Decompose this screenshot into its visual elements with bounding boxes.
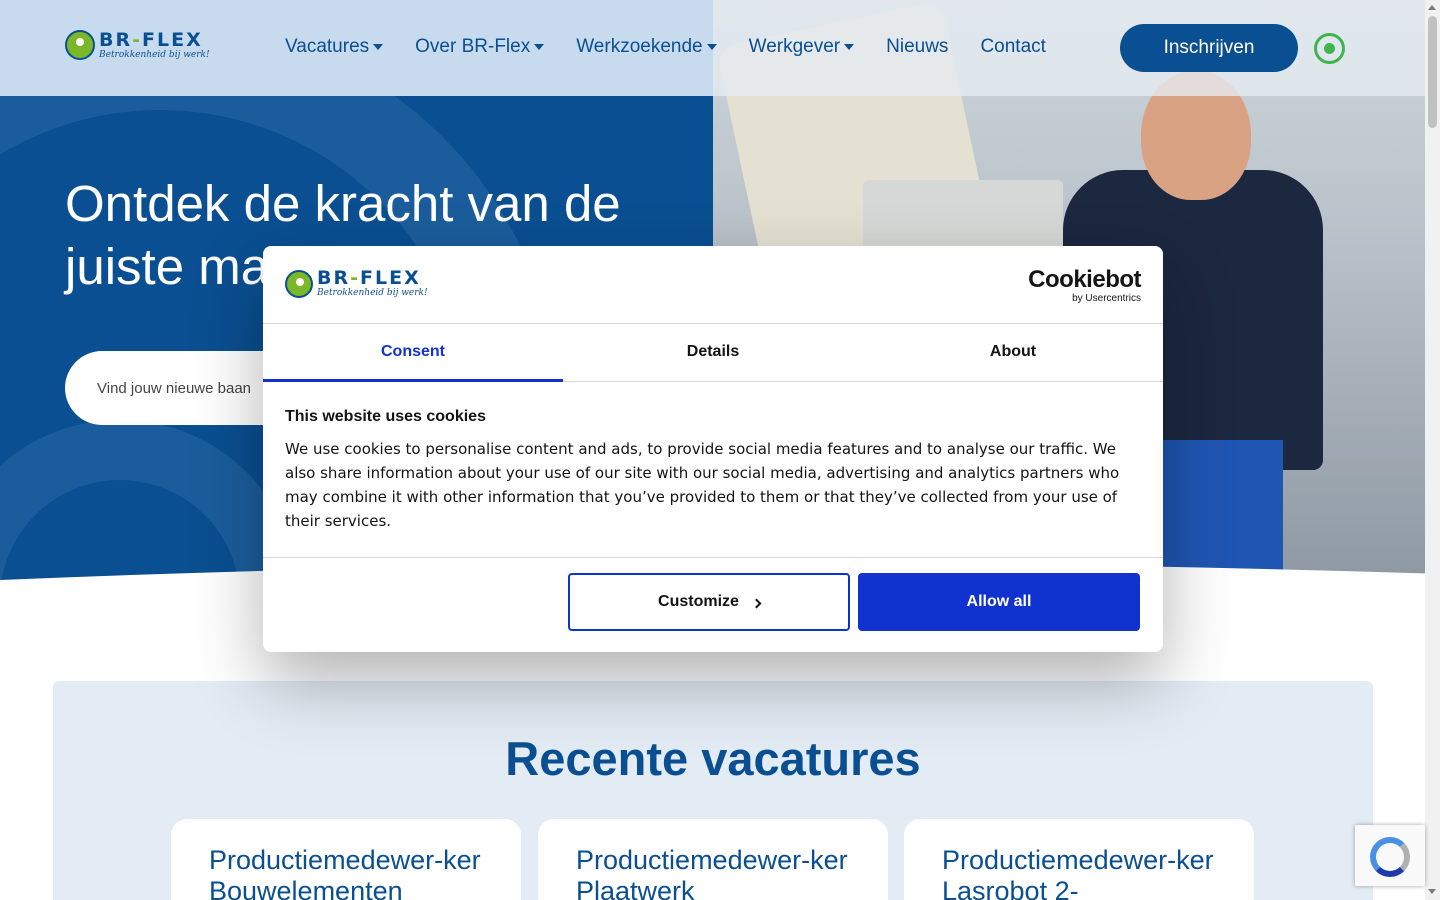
dialog-header: BR-FLEX Betrokkenheid bij werk! Cookiebo… — [263, 246, 1163, 324]
cookiebot-sub: by Usercentrics — [1072, 293, 1141, 304]
recaptcha-icon — [1370, 837, 1410, 877]
page-scrollbar[interactable] — [1425, 0, 1440, 900]
dialog-text: We use cookies to personalise content an… — [285, 440, 1120, 530]
recaptcha-badge[interactable] — [1355, 825, 1425, 886]
scroll-up-icon[interactable] — [1428, 5, 1436, 10]
logo-tagline: Betrokkenheid bij werk! — [317, 288, 428, 298]
dialog-footer: Customize Allow all — [263, 558, 1163, 650]
customize-button[interactable]: Customize — [568, 573, 850, 631]
cookie-consent-dialog: BR-FLEX Betrokkenheid bij werk! Cookiebo… — [263, 246, 1163, 652]
tab-details[interactable]: Details — [563, 324, 863, 381]
logo-icon — [285, 269, 313, 298]
cookiebot-name: Cookiebot — [1028, 266, 1141, 293]
scroll-down-icon[interactable] — [1428, 889, 1436, 894]
dialog-body: This website uses cookies We use cookies… — [263, 382, 1163, 558]
logo-name: BR-FLEX — [317, 267, 421, 289]
customize-label: Customize — [658, 593, 739, 610]
dialog-tabs: Consent Details About — [263, 324, 1163, 382]
allow-all-button[interactable]: Allow all — [858, 573, 1140, 631]
tab-about[interactable]: About — [863, 324, 1163, 381]
dialog-logo: BR-FLEX Betrokkenheid bij werk! — [285, 269, 428, 298]
tab-consent[interactable]: Consent — [263, 324, 563, 382]
chevron-right-icon — [751, 598, 762, 608]
cookie-overlay: BR-FLEX Betrokkenheid bij werk! Cookiebo… — [0, 0, 1440, 900]
cookiebot-logo[interactable]: Cookiebot by Usercentrics — [1028, 268, 1141, 304]
logo-dash: - — [350, 267, 361, 289]
scroll-thumb[interactable] — [1428, 16, 1437, 128]
dialog-heading: This website uses cookies — [285, 408, 486, 425]
